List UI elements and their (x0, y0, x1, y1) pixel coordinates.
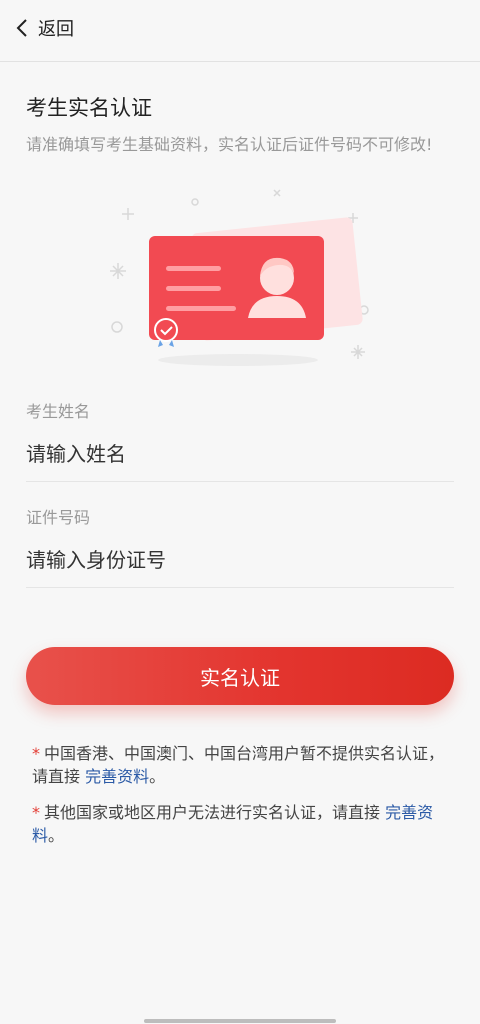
divider (26, 481, 454, 482)
page-subtitle: 请准确填写考生基础资料，实名认证后证件号码不可修改! (26, 135, 433, 154)
page-title: 考生实名认证 (26, 96, 152, 120)
name-label: 考生姓名 (26, 402, 91, 421)
home-indicator[interactable] (144, 1019, 336, 1023)
note-hk-mo-tw: * 中国香港、中国澳门、中国台湾用户暂不提供实名认证，请直接 完善资料。 (32, 744, 445, 786)
back-label: 返回 (38, 19, 74, 40)
id-number-input[interactable] (26, 538, 454, 582)
divider (26, 587, 454, 588)
note-overseas: * 其他国家或地区用户无法进行实名认证，请直接 完善资料。 (32, 803, 434, 845)
name-input[interactable] (26, 432, 454, 476)
verified-badge-icon (154, 318, 178, 347)
complete-profile-link[interactable]: 完善资料 (85, 767, 149, 786)
back-button[interactable]: 返回 (16, 14, 74, 42)
verify-button[interactable]: 实名认证 (26, 647, 454, 705)
top-bar: 返回 (0, 0, 480, 62)
id-card-illustration (100, 180, 380, 380)
id-number-label: 证件号码 (26, 508, 91, 527)
chevron-left-icon (16, 14, 34, 42)
